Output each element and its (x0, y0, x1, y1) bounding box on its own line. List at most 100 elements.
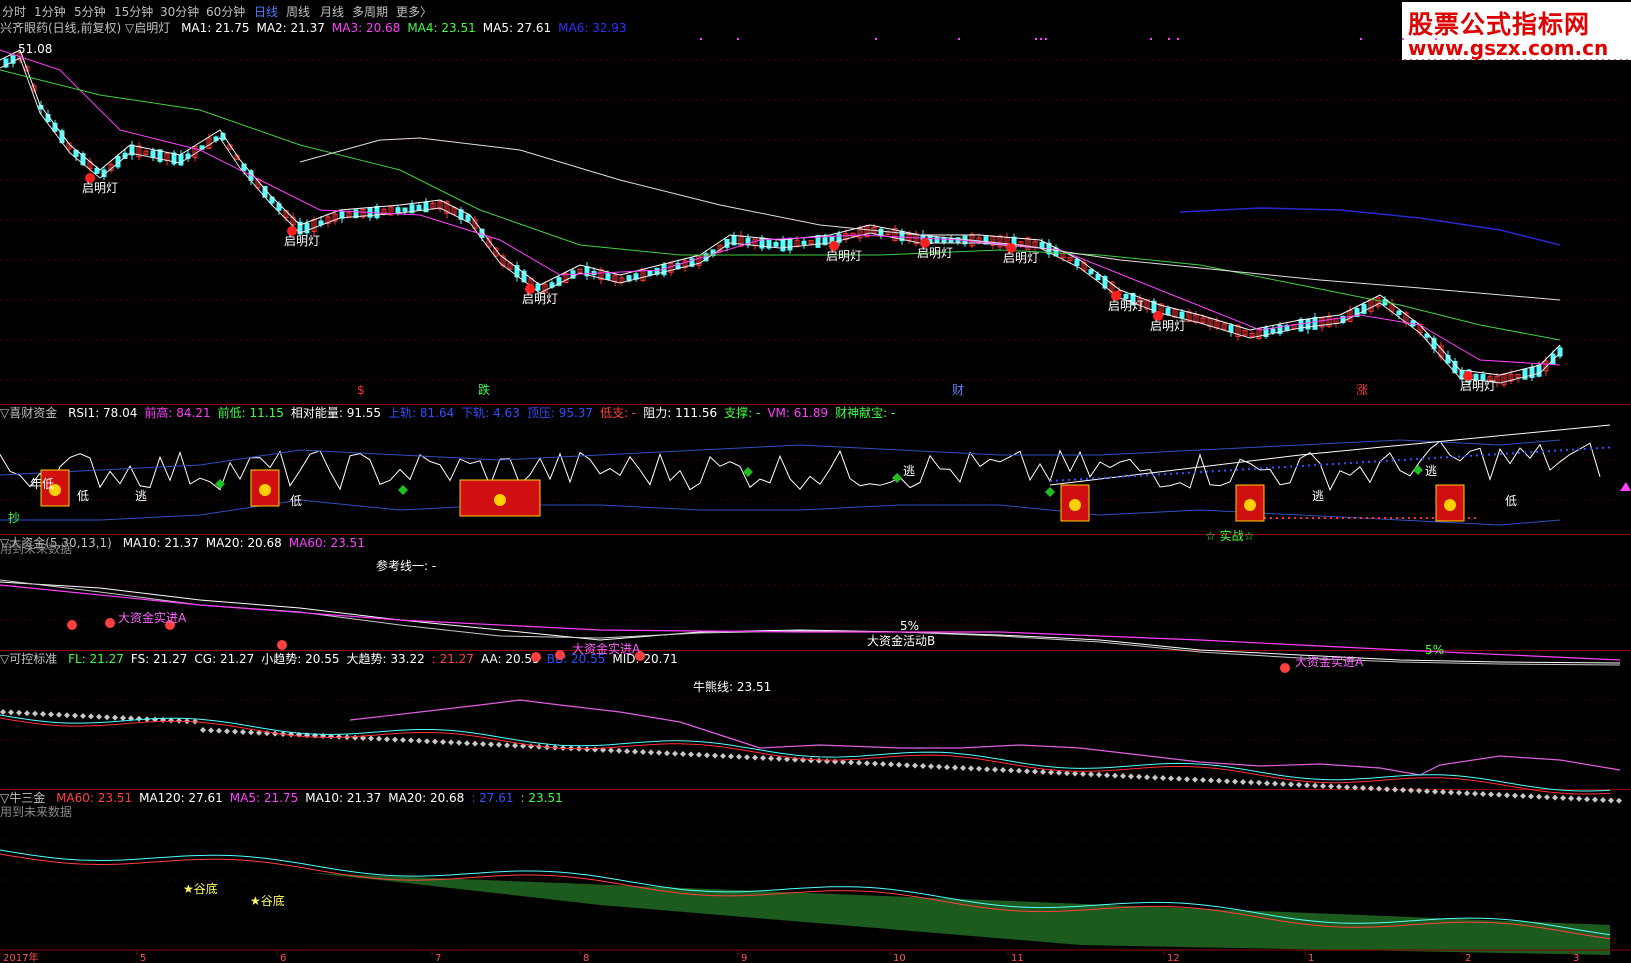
candle-body (1165, 307, 1171, 316)
top-pressure-dot (1128, 475, 1130, 478)
diamond-dot (1104, 772, 1110, 779)
label-dazijin-b: 大资金活动B (867, 633, 935, 648)
x-tick-label: 7 (435, 953, 441, 963)
top-dot (737, 38, 739, 40)
label-dazijin-a: 大资金实进A (1295, 654, 1364, 669)
diamond-dot (1464, 790, 1470, 797)
top-dot (1435, 38, 1437, 40)
diamond-dot (672, 750, 678, 757)
diamond-dot (1000, 767, 1006, 773)
label-di: 低 (77, 489, 89, 503)
x-tick-label: 8 (583, 953, 589, 963)
top-pressure-dot (1428, 457, 1430, 460)
candle-body (1396, 310, 1402, 316)
diamond-dot (352, 734, 358, 741)
top-pressure-dot (1146, 474, 1148, 477)
top-pressure-dot (1170, 472, 1172, 475)
label-chao: 抄 (8, 511, 20, 525)
top-pressure-dot (1482, 454, 1484, 457)
diamond-dot (1120, 773, 1126, 779)
diamond-dot (1152, 774, 1158, 781)
coin-icon (1444, 499, 1456, 511)
diamond-dot (592, 746, 598, 753)
top-pressure-dot (1560, 449, 1562, 452)
diamond-dot (1304, 782, 1310, 789)
support-dot (1390, 517, 1392, 519)
top-pressure-dot (1452, 455, 1454, 458)
diamond-dot (80, 713, 86, 719)
top-pressure-dot (1092, 477, 1094, 480)
diamond-dot (1168, 775, 1174, 782)
stock-chart-canvas[interactable]: 启明灯启明灯启明灯启明灯 启明灯 启明灯启明灯启明灯启明灯$ 跌财涨年低低低低逃逃逃逃… (0, 0, 1631, 963)
diamond-dot (968, 765, 974, 772)
top-pressure-dot (1302, 464, 1304, 467)
signal-label-qimingdeng: 启明灯 (284, 234, 320, 248)
coin-icon (494, 494, 506, 506)
diamond-dot (1112, 772, 1118, 779)
diamond-dot (1096, 771, 1102, 778)
niusanjin-band (310, 873, 1610, 955)
candle-body (801, 240, 807, 245)
diamond-dot (1472, 790, 1478, 797)
gem-icon (1280, 663, 1290, 673)
candle-body (605, 273, 611, 280)
top-pressure-dot (1254, 467, 1256, 470)
niu-line-label: 牛熊线: 23.51 (693, 680, 772, 694)
top-dot (1360, 38, 1362, 40)
candle-body (941, 237, 947, 243)
signal-label-qimingdeng: 启明灯 (1108, 299, 1144, 313)
top-pressure-dot (1206, 470, 1208, 473)
top-pressure-dot (1116, 476, 1118, 479)
top-pressure-dot (1368, 460, 1370, 463)
top-pressure-dot (1284, 465, 1286, 468)
diamond-dot (496, 741, 502, 748)
support-dot (1372, 517, 1374, 519)
candle-body (1228, 324, 1234, 333)
diamond-dot (1536, 793, 1542, 800)
top-dot (1045, 38, 1047, 40)
top-pressure-dot (1122, 475, 1124, 478)
diamond-dot (1176, 775, 1182, 782)
top-pressure-dot (1548, 450, 1550, 453)
top-pressure-dot (1404, 458, 1406, 461)
label-tao: 逃 (903, 464, 915, 478)
reference-line-label: 参考线一: - (376, 559, 437, 573)
top-pressure-dot (1380, 460, 1382, 463)
diamond-dot (848, 759, 854, 766)
dazijin-ma10 (0, 581, 1621, 664)
candle-body (1529, 367, 1535, 378)
support-dot (1420, 517, 1422, 519)
diamond-dot (1272, 780, 1278, 787)
diamond-dot (1328, 783, 1334, 790)
top-pressure-dot (1398, 459, 1400, 462)
diamond-dot (608, 747, 614, 754)
diamond-dot (1200, 777, 1206, 783)
diamond-dot (24, 710, 30, 717)
support-dot (1294, 517, 1296, 519)
diamond-dot (1184, 776, 1190, 783)
candle-body (374, 205, 380, 219)
diamond-dot (1608, 797, 1614, 804)
support-dot (1432, 517, 1434, 519)
candle-body (1123, 293, 1129, 300)
diamond-dot (216, 727, 222, 734)
diamond-dot (448, 739, 454, 746)
diamond-dot (1616, 797, 1622, 804)
candle-body (1522, 368, 1528, 380)
diamond-dot (976, 765, 982, 772)
support-dot (1360, 517, 1362, 519)
top-pressure-dot (1308, 464, 1310, 467)
top-pressure-dot (1062, 479, 1064, 482)
top-pressure-dot (1218, 469, 1220, 472)
diamond-dot (824, 758, 830, 765)
diamond-dot (248, 729, 254, 736)
candle-body (878, 228, 884, 235)
diamond-dot (712, 752, 718, 759)
top-pressure-dot (1344, 462, 1346, 465)
diamond-dot (120, 715, 126, 721)
ma5-line (299, 137, 1561, 301)
top-pressure-dot (1362, 461, 1364, 464)
diamond-dot (1456, 789, 1462, 796)
diamond-dot (96, 713, 102, 720)
top-pressure-dot (1488, 453, 1490, 456)
